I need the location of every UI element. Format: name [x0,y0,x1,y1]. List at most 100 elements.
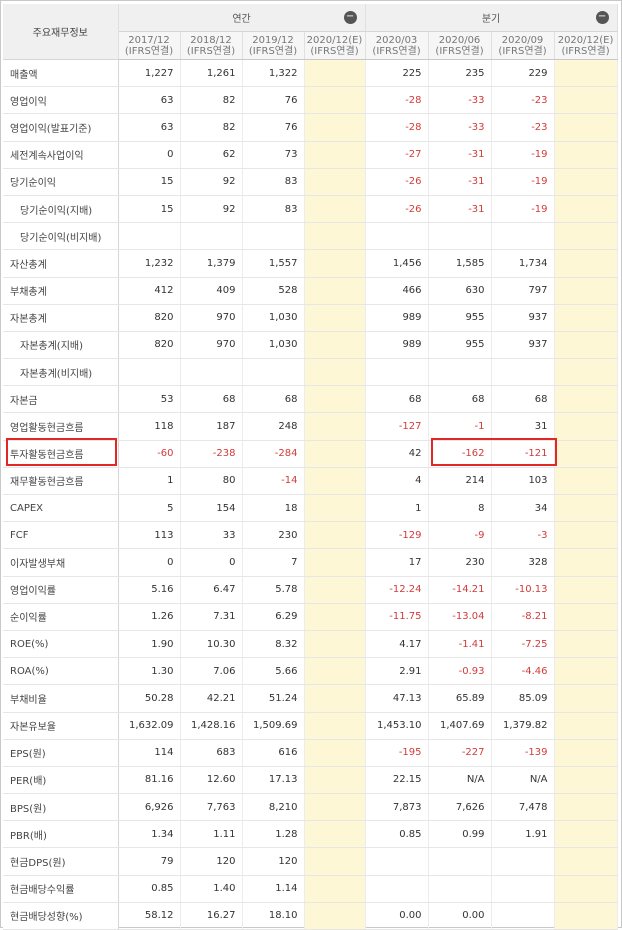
estimate-cell [304,168,366,196]
value-cell: 937 [491,331,555,360]
value-cell: 683 [180,739,243,767]
row-label[interactable]: 자본총계 [3,304,119,332]
estimate-cell [304,548,366,577]
value-cell: 34 [491,494,555,523]
table-row: 자본총계 820 970 1,030 989 955 937 [3,304,618,332]
value-cell: 1 [118,467,181,496]
estimate-cell [554,548,618,577]
row-label[interactable]: 이자발생부채 [3,548,119,577]
row-label[interactable]: 자산총계 [3,249,119,278]
value-cell: 5.66 [242,657,305,686]
collapse-annual-icon[interactable]: − [343,11,357,24]
value-cell [428,358,492,387]
row-label[interactable]: 매출액 [3,59,119,88]
row-label[interactable]: 자본유보율 [3,712,119,740]
row-label[interactable]: 현금DPS(원) [3,847,119,876]
table-row: 자산총계 1,232 1,379 1,557 1,456 1,585 1,734 [3,249,618,278]
value-cell: 1,030 [242,331,305,360]
value-cell: 42 [365,440,429,468]
row-label[interactable]: 자본금 [3,385,119,414]
row-label[interactable]: 현금배당성향(%) [3,902,119,930]
collapse-quarter-icon[interactable]: − [595,11,609,24]
value-cell: N/A [491,766,555,795]
estimate-cell [304,603,366,631]
estimate-cell [554,820,618,849]
value-cell: 955 [428,304,492,332]
estimate-cell [304,141,366,169]
row-label[interactable]: 영업이익률 [3,576,119,604]
row-label[interactable]: 재무활동현금흐름 [3,467,119,496]
estimate-cell [554,113,618,142]
value-cell: 68 [365,385,429,414]
row-label[interactable]: PBR(배) [3,820,119,849]
value-cell: 1,379 [180,249,243,278]
value-cell: 0.00 [428,902,492,930]
row-label[interactable]: BPS(원) [3,793,119,822]
row-label[interactable]: 현금배당수익률 [3,875,119,903]
value-cell: -227 [428,739,492,767]
row-label[interactable]: 자본총계(비지배) [3,358,119,387]
value-cell: 82 [180,113,243,142]
value-cell: 1.26 [118,603,181,631]
value-cell: 31 [491,412,555,441]
row-label[interactable]: 부채비율 [3,684,119,713]
row-label[interactable]: 자본총계(지배) [3,331,119,360]
value-cell: 118 [118,412,181,441]
estimate-cell [554,277,618,305]
value-cell: 16.27 [180,902,243,930]
row-label[interactable]: EPS(원) [3,739,119,767]
value-cell: 1.90 [118,630,181,659]
row-label[interactable]: 세전계속사업이익 [3,141,119,169]
financial-table: 주요재무정보 연간 − 분기 − 2017/12 (IFRS연결) 2018/12… [3,4,618,930]
row-label[interactable]: FCF [3,521,119,550]
row-label[interactable]: ROA(%) [3,657,119,686]
value-cell: -284 [242,440,305,468]
estimate-cell [304,440,366,468]
estimate-cell [304,304,366,332]
row-label[interactable]: PER(배) [3,766,119,795]
value-cell: -14 [242,467,305,496]
value-cell: 248 [242,412,305,441]
row-label[interactable]: 당기순이익(비지배) [3,222,119,251]
row-label[interactable]: ROE(%) [3,630,119,659]
estimate-cell [554,141,618,169]
value-cell: 1,261 [180,59,243,88]
value-cell: 1.14 [242,875,305,903]
value-cell [365,358,429,387]
value-cell: -4.46 [491,657,555,686]
value-cell: -31 [428,141,492,169]
value-cell: 1,407.69 [428,712,492,740]
estimate-cell [304,820,366,849]
estimate-cell [304,113,366,142]
row-label[interactable]: 영업이익(발표기준) [3,113,119,142]
estimate-cell [304,358,366,387]
value-cell: 187 [180,412,243,441]
estimate-cell [554,168,618,196]
value-cell: 76 [242,113,305,142]
value-cell: -1 [428,412,492,441]
value-cell: 229 [491,59,555,88]
table-row: 당기순이익(비지배) [3,222,618,251]
estimate-cell [554,412,618,441]
row-label[interactable]: 영업이익 [3,86,119,115]
value-cell: -33 [428,113,492,142]
value-cell: 1,585 [428,249,492,278]
table-row: CAPEX 5 154 18 1 8 34 [3,494,618,523]
row-label[interactable]: 당기순이익 [3,168,119,196]
value-cell: 0 [118,548,181,577]
row-label[interactable]: CAPEX [3,494,119,523]
value-cell: 63 [118,86,181,115]
value-cell: 53 [118,385,181,414]
estimate-cell [304,576,366,604]
row-label[interactable]: 영업활동현금흐름 [3,412,119,441]
value-cell: 1.34 [118,820,181,849]
value-cell: 2.91 [365,657,429,686]
table-row: EPS(원) 114 683 616 -195 -227 -139 [3,739,618,767]
estimate-cell [554,630,618,659]
value-cell: 63 [118,113,181,142]
row-label[interactable]: 부채총계 [3,277,119,305]
row-label[interactable]: 당기순이익(지배) [3,195,119,224]
row-label[interactable]: 순이익률 [3,603,119,631]
value-cell: -27 [365,141,429,169]
value-cell: -60 [118,440,181,468]
